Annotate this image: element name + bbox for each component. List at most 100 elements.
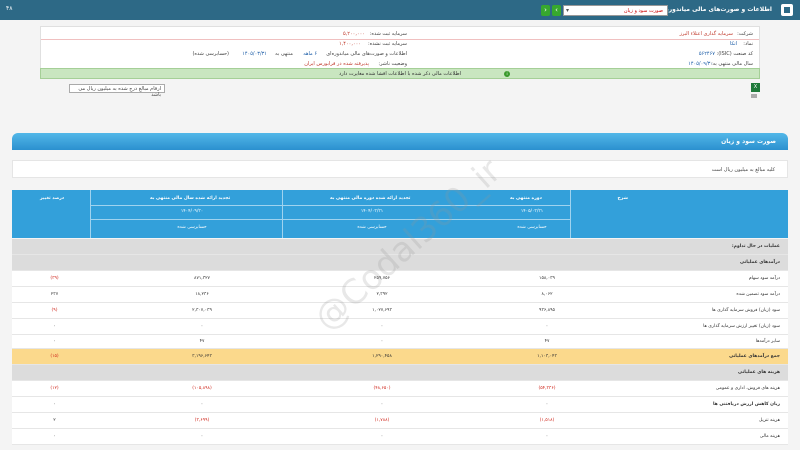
statement-select-value: صورت سود و زیان (623, 8, 663, 14)
table-row: درآمد سود تضمین شده ۸,۰۶۲ ۲,۳۹۲ ۱۸,۲۳۶ ۲۳۷ (12, 287, 788, 303)
table-row: هزینه های فروش، اداری و عمومی (۵۴,۳۳۶) (۴۸… (12, 381, 788, 397)
fiscal-value: ۱۴۰۵/۰۹/۳۰ (688, 61, 713, 67)
row-label: سود (زیان) فروش سرمایه گذاری ها (711, 308, 780, 313)
prev-arrow-button[interactable]: › (541, 5, 550, 16)
cap-unreg-value: ۱,۴۰۰,۰۰۰ (339, 41, 361, 47)
cell-prior-year: ۰ (200, 324, 204, 329)
cell-prior-period: ۱,۲۹۰,۴۵۸ (372, 354, 392, 359)
cell-current-period: (۵۴,۳۳۶) (538, 386, 556, 391)
section-subtitle: کلیه مبالغ به میلیون ریال است (12, 160, 788, 178)
row-label: سایر درآمدها (755, 339, 780, 344)
excel-icon[interactable]: X (751, 83, 760, 92)
table-row: سایر درآمدها ۴۷ ۰ ۴۷ ۰ (12, 335, 788, 349)
notice-text: اطلاعات مالی ذکر شده با اطلاعات افشا شده… (339, 71, 461, 77)
cell-change-percent: (۳۹) (50, 276, 59, 281)
cell-prior-year: ۳,۱۹۶,۶۴۳ (192, 354, 212, 359)
col1-header: دوره منتهی به (510, 196, 542, 201)
top-bar: اطلاعات و صورت‌های مالی میاندوره‌ای ▾ صو… (0, 0, 800, 20)
cell-current-period: ۸,۰۶۲ (541, 292, 553, 297)
cell-change-percent: ۲ (53, 418, 56, 423)
col3-header: تجدید ارائه شده سال مالی منتهی به (150, 196, 231, 201)
cell-change-percent: (۹) (51, 308, 58, 313)
header-divider (90, 205, 570, 206)
cell-current-period: ۰ (545, 324, 549, 329)
company-value: سرمایه گذاری اعتلاء البرز (679, 31, 733, 37)
col2-audit: حسابرسی شده (357, 225, 387, 230)
unit-dropdown-value: ارقام مبالغ درج شده به میلیون ریال می با… (78, 86, 161, 98)
cell-change-percent: ۲۳۷ (50, 292, 59, 297)
attachment-icon[interactable] (751, 94, 757, 98)
cap-unreg-label: سرمایه ثبت نشده: (368, 41, 407, 47)
cell-current-period: ۰ (545, 434, 549, 439)
col2-header: تجدید ارائه شده دوره مالی منتهی به (330, 196, 411, 201)
table-row: جمع درآمدهای عملیاتی ۱,۱۰۳,۰۴۳ ۱,۲۹۰,۴۵۸ ۳,… (12, 349, 788, 365)
header-divider (282, 190, 283, 238)
row-label: هزینه مالی (759, 434, 780, 439)
cell-prior-year: ۲,۳۰۷,۰۳۹ (192, 308, 212, 313)
col3-audit: حسابرسی شده (177, 225, 207, 230)
fiscal-label: سال مالی منتهی به: (711, 61, 753, 67)
audit-status: (حسابرسی شده) (192, 51, 229, 57)
header-divider (570, 190, 571, 238)
cell-current-period: ۱,۱۰۳,۰۴۳ (537, 354, 557, 359)
row-label: هزینه های فروش، اداری و عمومی (715, 386, 780, 391)
section-header: صورت سود و زیان (12, 133, 788, 150)
cell-prior-year: (۱۰۵,۸۹۸) (192, 386, 212, 391)
next-arrow-button[interactable]: ‹ (552, 5, 561, 16)
row-label: درآمد سود تضمین شده (736, 292, 780, 297)
period-months: ۶ ماهه (303, 51, 317, 57)
status-value: پذیرفته شده در فرابورس ایران (304, 61, 369, 67)
cell-prior-period: (۱,۷۸۸) (374, 418, 390, 423)
subtitle-text: کلیه مبالغ به میلیون ریال است (711, 167, 775, 173)
section-title: صورت سود و زیان (721, 138, 776, 145)
cell-current-period: ۹۳۶,۸۹۵ (539, 308, 555, 313)
cell-prior-period: (۴۸,۶۵۰) (373, 386, 391, 391)
row-label: هزینه تنزیل (758, 418, 780, 423)
row-label: عملیات در حال تداوم: (731, 244, 780, 249)
status-label: وضعیت ناشر: (378, 61, 407, 67)
period-end-value: ۱۴۰۵/۰۳/۳۱ (242, 51, 267, 57)
row-label: درآمد سود سهام (748, 276, 780, 281)
col3-date: ۱۴۰۴/۰۹/۳۰ (180, 209, 204, 214)
cell-prior-year: ۴۷ (199, 339, 205, 344)
report-icon (781, 4, 793, 16)
cell-prior-year: (۳,۶۹۹) (194, 418, 210, 423)
isic-label: کد صنعت (ISIC): (716, 51, 753, 57)
page-title: اطلاعات و صورت‌های مالی میاندوره‌ای (657, 6, 772, 13)
col1-date: ۱۴۰۵/۰۳/۳۱ (520, 209, 544, 214)
cell-change-percent: (۱۲) (50, 386, 59, 391)
version-label: ۴۸ (6, 5, 13, 12)
notice-banner: اطلاعات مالی ذکر شده با اطلاعات افشا شده… (40, 68, 760, 79)
row-label: جمع درآمدهای عملیاتی (729, 354, 780, 359)
statement-select[interactable]: ▾ صورت سود و زیان (563, 5, 668, 16)
period-text: اطلاعات و صورت‌های مالی میاندوره‌ای (326, 51, 407, 57)
cell-prior-year: ۸۷۱,۳۲۷ (194, 276, 210, 281)
col-desc-header: شرح (617, 196, 628, 201)
cell-change-percent: ۰ (53, 324, 56, 329)
table-row: هزینه تنزیل (۱,۵۱۸) (۱,۷۸۸) (۳,۶۹۹) ۲ (12, 413, 788, 429)
table-row: سود (زیان) تغییر ارزش سرمایه گذاری ها ۰ ۰ ۰… (12, 319, 788, 335)
cell-current-period: ۰ (545, 402, 549, 407)
table-row: هزینه های عملیاتی (12, 365, 788, 381)
row-label: زیان کاهش ارزش دریافتنی ها (712, 402, 780, 407)
unit-dropdown[interactable]: ارقام مبالغ درج شده به میلیون ریال می با… (69, 84, 165, 98)
cell-prior-period: ۰ (380, 324, 384, 329)
isic-value: ۵۶۲۴۶۷ (698, 51, 715, 57)
row-label: سود (زیان) تغییر ارزش سرمایه گذاری ها (703, 324, 780, 329)
row-label: درآمدهای عملیاتی (739, 260, 780, 265)
divider (41, 39, 759, 40)
table-row: سود (زیان) فروش سرمایه گذاری ها ۹۳۶,۸۹۵ ۱,… (12, 303, 788, 319)
cell-current-period: ۴۷ (544, 339, 550, 344)
col2-date: ۱۴۰۴/۰۳/۳۱ (360, 209, 384, 214)
cell-change-percent: ۰ (53, 434, 56, 439)
chevron-down-icon: ▾ (566, 7, 570, 14)
period-end-label: منتهی به (275, 51, 293, 57)
cell-prior-year: ۰ (200, 402, 204, 407)
cell-current-period: (۱,۵۱۸) (539, 418, 555, 423)
symbol-value: اتکا (729, 41, 737, 47)
cell-prior-period: ۰ (380, 339, 384, 344)
header-divider (90, 219, 570, 220)
cell-prior-period: ۰ (380, 434, 384, 439)
header-divider (90, 190, 91, 238)
col1-audit: حسابرسی شده (517, 225, 547, 230)
